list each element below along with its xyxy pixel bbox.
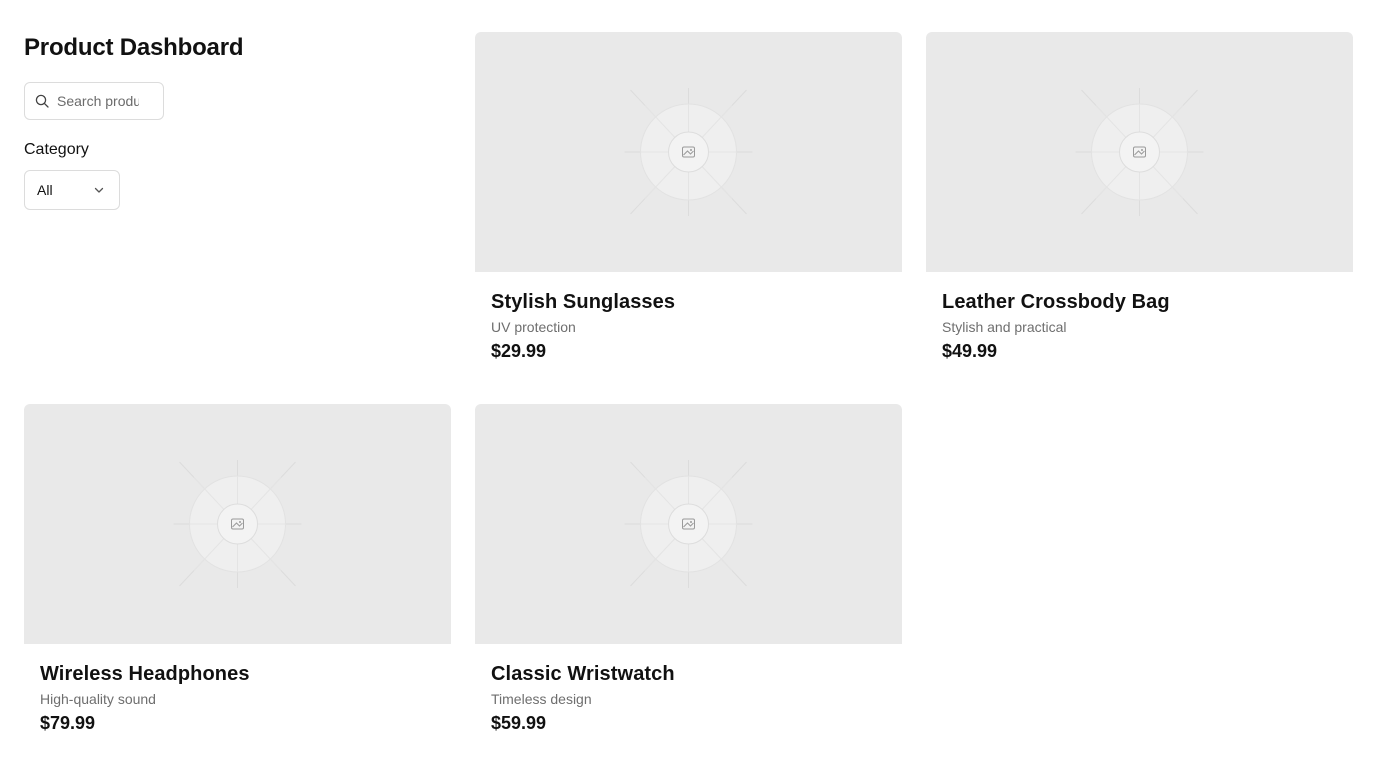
chevron-down-icon <box>94 187 104 193</box>
product-image <box>475 32 902 272</box>
search-input[interactable] <box>57 93 139 109</box>
search-icon <box>35 94 49 108</box>
product-card[interactable]: Classic Wristwatch Timeless design $59.9… <box>475 404 902 744</box>
product-dashboard-page: Product Dashboard Category All Stylish <box>0 0 1376 784</box>
product-image <box>475 404 902 644</box>
product-price: $49.99 <box>942 341 998 361</box>
product-description: Stylish and practical <box>942 319 1067 335</box>
product-description: High-quality sound <box>40 691 156 707</box>
product-name: Stylish Sunglasses <box>491 291 676 313</box>
product-image <box>24 404 451 644</box>
product-card-body: Stylish Sunglasses UV protection $29.99 <box>475 272 902 362</box>
product-image <box>926 32 1353 272</box>
search-box[interactable] <box>24 82 164 120</box>
product-description: UV protection <box>491 319 576 335</box>
category-selected-value: All <box>37 182 53 198</box>
category-label: Category <box>24 141 89 158</box>
product-card[interactable]: Stylish Sunglasses UV protection $29.99 <box>475 32 902 372</box>
image-placeholder-icon <box>173 460 302 588</box>
image-placeholder-icon <box>624 460 753 588</box>
product-price: $29.99 <box>491 341 547 361</box>
image-placeholder-icon <box>1075 88 1204 216</box>
product-price: $59.99 <box>491 713 547 733</box>
product-card[interactable]: Wireless Headphones High-quality sound $… <box>24 404 451 744</box>
product-card-body: Wireless Headphones High-quality sound $… <box>24 644 451 734</box>
product-card-body: Leather Crossbody Bag Stylish and practi… <box>926 272 1353 362</box>
image-placeholder-icon <box>624 88 753 216</box>
product-card-body: Classic Wristwatch Timeless design $59.9… <box>475 644 902 734</box>
product-name: Leather Crossbody Bag <box>942 291 1170 313</box>
product-price: $79.99 <box>40 713 96 733</box>
page-title: Product Dashboard <box>24 34 244 61</box>
product-card[interactable]: Leather Crossbody Bag Stylish and practi… <box>926 32 1353 372</box>
product-name: Wireless Headphones <box>40 663 250 685</box>
dashboard-grid: Product Dashboard Category All Stylish <box>24 32 1353 744</box>
product-description: Timeless design <box>491 691 592 707</box>
category-select[interactable]: All <box>24 170 120 210</box>
product-name: Classic Wristwatch <box>491 663 675 685</box>
filters-panel: Product Dashboard Category All <box>24 32 451 372</box>
